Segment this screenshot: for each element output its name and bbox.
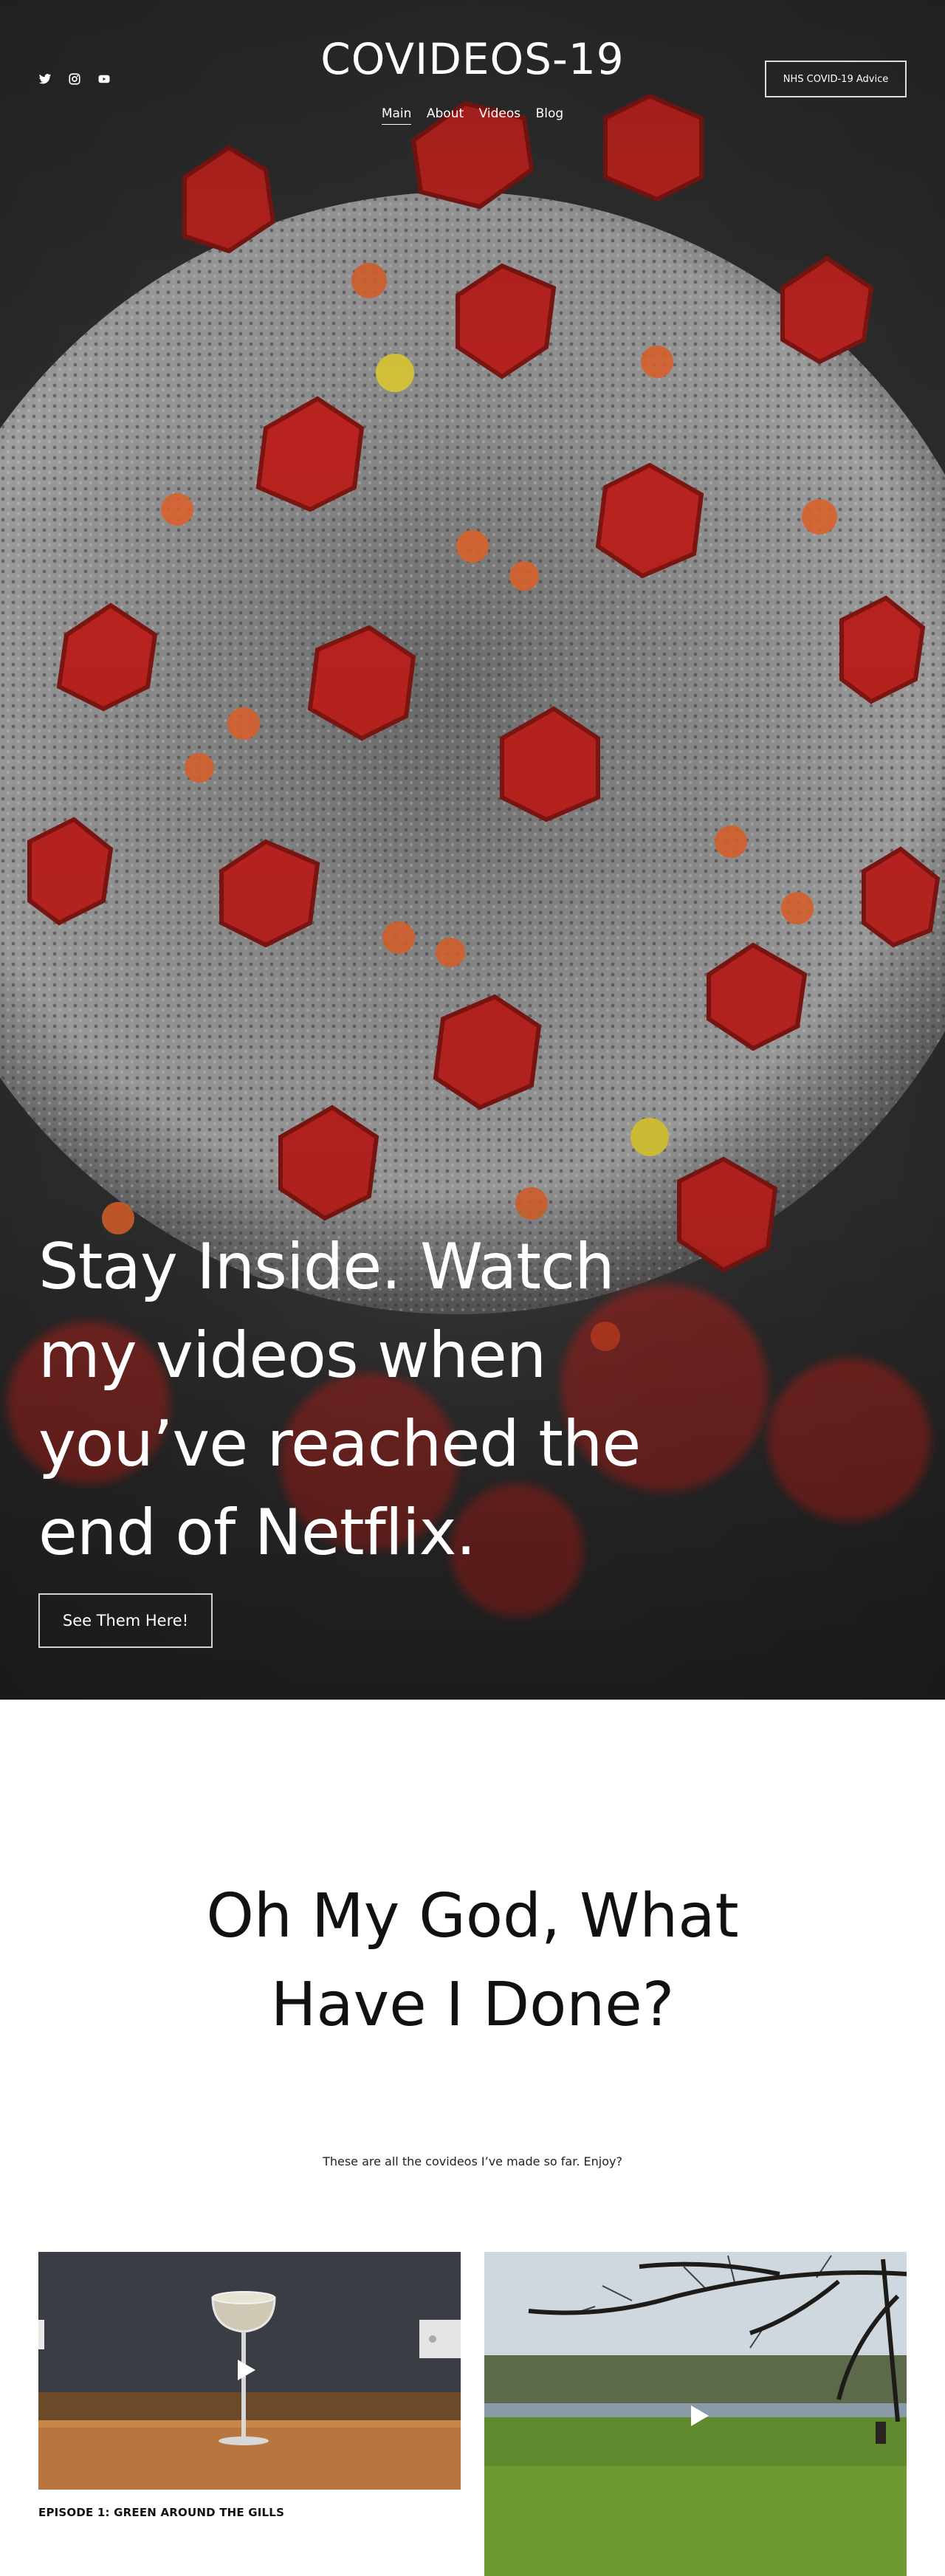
video-thumbnail-park[interactable] — [484, 2252, 907, 2576]
nav-item-about[interactable]: About — [427, 106, 464, 124]
section-subtitle: These are all the covideos I’ve made so … — [323, 2154, 622, 2168]
site-header: COVIDEOS-19 Main About Videos Blog NHS C… — [0, 0, 945, 133]
video-card[interactable] — [484, 2252, 907, 2576]
nav-item-blog[interactable]: Blog — [536, 106, 564, 124]
section-heading: Oh My God, What Have I Done? — [206, 1881, 739, 2040]
nav-item-videos[interactable]: Videos — [479, 106, 521, 124]
video-thumbnail-cocktail[interactable] — [38, 2252, 461, 2490]
hero-section: COVIDEOS-19 Main About Videos Blog NHS C… — [0, 0, 945, 1700]
main-nav: Main About Videos Blog — [0, 106, 945, 125]
hero-heading: Stay Inside. Watch my videos when you’ve… — [38, 1230, 641, 1570]
video-card[interactable]: EPISODE 1: GREEN AROUND THE GILLS — [38, 2252, 461, 2519]
nav-item-main[interactable]: Main — [381, 106, 412, 125]
video-caption[interactable]: EPISODE 1: GREEN AROUND THE GILLS — [38, 2506, 284, 2519]
see-them-button[interactable]: See Them Here! — [38, 1593, 213, 1648]
nhs-advice-button[interactable]: NHS COVID-19 Advice — [765, 61, 907, 97]
videos-section: Oh My God, What Have I Done? These are a… — [0, 1700, 945, 2576]
